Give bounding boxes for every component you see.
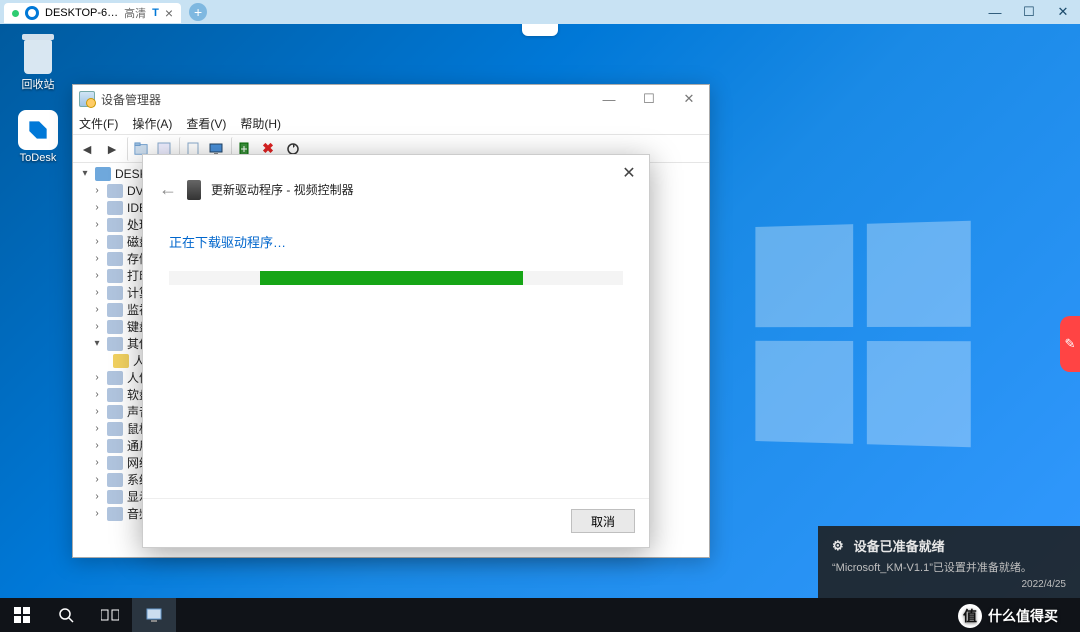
devmgr-close-button[interactable]: ✕ [669,85,709,113]
remote-quality-label: 高清 [124,5,146,21]
feedback-pill[interactable] [1060,316,1080,372]
cancel-button[interactable]: 取消 [571,509,635,533]
task-view-button[interactable] [88,598,132,632]
recycle-bin-label: 回收站 [22,76,55,92]
device-category-icon [107,507,123,521]
dialog-status-text: 正在下载驱动程序… [143,206,649,263]
device-category-icon [107,371,123,385]
close-icon: ✕ [1058,4,1069,20]
device-icon [187,180,201,200]
dialog-title: 更新驱动程序 - 视频控制器 [211,181,354,198]
device-manager-menubar: 文件(F) 操作(A) 查看(V) 帮助(H) [73,113,709,135]
progress-wrap [143,263,649,285]
device-category-icon [107,286,123,300]
avatar-icon [25,6,39,20]
windows-desktop[interactable]: 回收站 ToDesk 设备管理器 — ☐ ✕ 文件(F) 操作(A) 查看(V)… [0,24,1080,632]
plus-icon: + [194,4,202,20]
minimize-icon: — [989,5,1002,20]
device-category-icon [107,422,123,436]
remote-tab-letter: T [152,7,159,19]
device-category-icon [107,184,123,198]
device-category-icon [107,473,123,487]
windows-start-icon [14,607,30,623]
toolbar-forward-button[interactable]: ► [100,137,124,161]
remote-toolbar-handle[interactable] [522,24,558,36]
minimize-icon: — [603,92,616,107]
device-manager-title: 设备管理器 [101,91,161,108]
computer-icon [95,167,111,181]
maximize-icon: ☐ [643,91,655,107]
device-category-icon [107,218,123,232]
progress-bar [169,271,623,285]
remote-maximize-button[interactable]: ☐ [1012,0,1046,24]
device-category-icon [107,252,123,266]
toolbar-back-button[interactable]: ◄ [75,137,99,161]
device-category-icon [107,235,123,249]
device-category-icon [107,456,123,470]
devmgr-minimize-button[interactable]: — [589,85,629,113]
notification-title: 设备已准备就绪 [854,536,945,555]
device-category-icon [107,320,123,334]
windows-logo-wallpaper-icon [755,221,970,447]
start-button[interactable] [0,598,44,632]
add-tab-button[interactable]: + [189,3,207,21]
update-driver-dialog: ✕ ← 更新驱动程序 - 视频控制器 正在下载驱动程序… 取消 [142,154,650,548]
devmgr-maximize-button[interactable]: ☐ [629,85,669,113]
progress-bar-fill [260,271,523,285]
watermark: 值 什么值得买 [958,604,1058,628]
remote-app-titlebar: DESKTOP-6… 高清 T × + — ☐ ✕ [0,0,1080,24]
notification-body: “Microsoft_KM-V1.1”已设置并准备就绪。 [832,559,1066,575]
todesk-glyph-icon [18,110,58,150]
back-arrow-icon[interactable]: ← [159,179,177,200]
tab-close-icon[interactable]: × [165,6,173,20]
remote-minimize-button[interactable]: — [978,0,1012,24]
gear-icon: ⚙ [832,538,844,554]
remote-tab[interactable]: DESKTOP-6… 高清 T × [4,3,181,23]
device-manager-taskbar-icon [145,606,163,624]
menu-view[interactable]: 查看(V) [186,115,226,132]
recycle-bin-icon[interactable]: 回收站 [10,34,66,92]
device-category-icon [107,490,123,504]
task-view-icon [101,608,119,622]
notification-toast[interactable]: ⚙ 设备已准备就绪 “Microsoft_KM-V1.1”已设置并准备就绪。 2… [818,526,1080,598]
device-category-icon [107,337,123,351]
menu-action[interactable]: 操作(A) [132,115,172,132]
dialog-footer: 取消 [143,498,649,547]
watermark-text: 什么值得买 [988,606,1058,626]
remote-close-button[interactable]: ✕ [1046,0,1080,24]
todesk-label: ToDesk [20,152,57,164]
device-category-icon [107,303,123,317]
close-icon: ✕ [684,91,695,107]
device-manager-titlebar[interactable]: 设备管理器 — ☐ ✕ [73,85,709,113]
search-button[interactable] [44,598,88,632]
dialog-close-button[interactable]: ✕ [617,161,641,185]
notification-date: 2022/4/25 [832,579,1066,590]
device-category-icon [107,269,123,283]
menu-help[interactable]: 帮助(H) [240,115,281,132]
device-category-icon [107,201,123,215]
dialog-header: ← 更新驱动程序 - 视频控制器 [143,155,649,206]
watermark-badge-icon: 值 [958,604,982,628]
menu-file[interactable]: 文件(F) [79,115,118,132]
search-icon [58,607,74,623]
maximize-icon: ☐ [1023,4,1035,20]
device-category-icon [107,388,123,402]
recycle-bin-glyph-icon [20,34,56,74]
todesk-icon[interactable]: ToDesk [10,110,66,164]
device-category-icon [107,439,123,453]
remote-tab-label: DESKTOP-6… [45,7,118,19]
cancel-button-label: 取消 [591,513,615,530]
windows-taskbar [0,598,1080,632]
device-manager-icon [79,91,95,107]
connection-status-dot-icon [12,10,19,17]
device-category-icon [107,405,123,419]
taskbar-devmgr-button[interactable] [132,598,176,632]
unknown-device-icon [113,354,129,368]
desktop-icons: 回收站 ToDesk [10,34,66,164]
